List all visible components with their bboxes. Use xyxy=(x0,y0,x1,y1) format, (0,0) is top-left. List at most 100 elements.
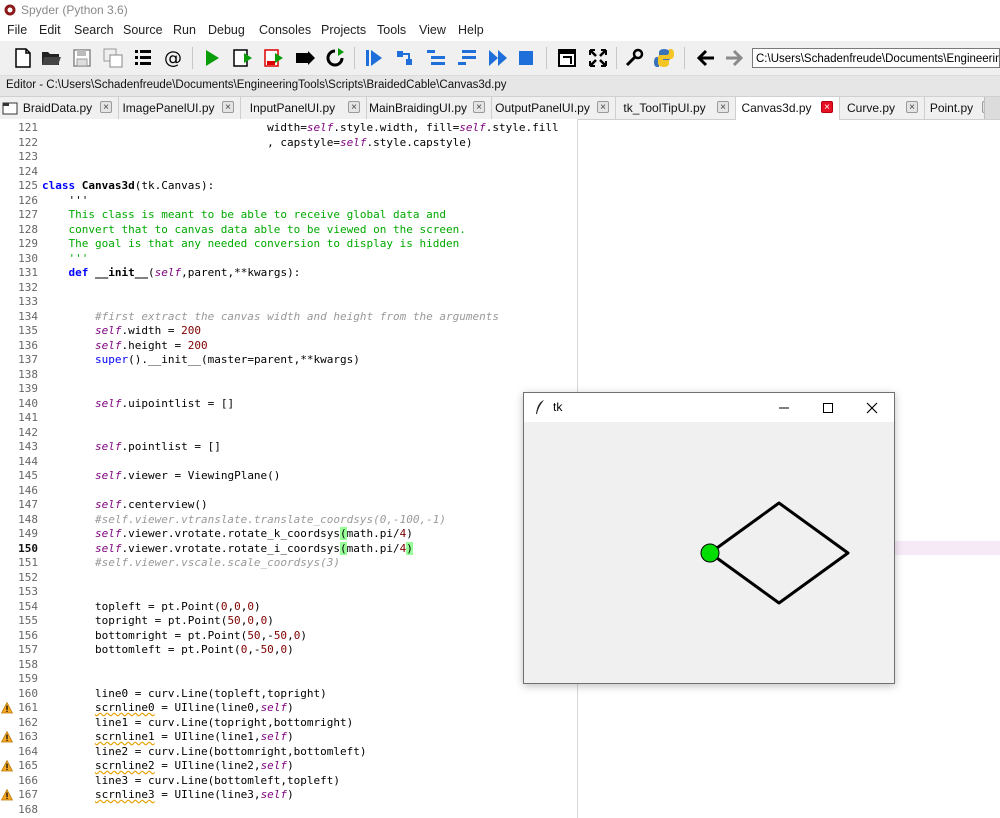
maximize-icon[interactable] xyxy=(806,393,850,422)
menu-consoles[interactable]: Consoles xyxy=(259,23,311,37)
line-number: 126 xyxy=(18,193,38,207)
warning-icon[interactable] xyxy=(1,760,13,772)
code-line[interactable]: self.height = 200 xyxy=(42,339,208,352)
tab-canvas3d[interactable]: Canvas3d.py × xyxy=(736,97,840,120)
tab-outputpanelui[interactable]: OutputPanelUI.py × xyxy=(492,97,616,119)
debug-icon[interactable] xyxy=(362,46,386,70)
menu-source[interactable]: Source xyxy=(123,23,163,37)
rerun-icon[interactable] xyxy=(323,46,347,70)
code-line[interactable]: convert that to canvas data able to be v… xyxy=(42,223,465,236)
code-line[interactable]: scrnline0 = UIline(line0,self) xyxy=(42,701,294,714)
step-into-icon[interactable] xyxy=(424,46,448,70)
tk-window[interactable]: tk xyxy=(523,392,895,684)
open-folder-icon[interactable] xyxy=(39,46,63,70)
close-icon[interactable]: × xyxy=(348,101,360,113)
close-icon[interactable]: × xyxy=(821,101,833,113)
code-line[interactable]: line2 = curv.Line(bottomright,bottomleft… xyxy=(42,745,367,758)
menu-help[interactable]: Help xyxy=(458,23,484,37)
tab-inputpanelui[interactable]: InputPanelUI.py × xyxy=(241,97,367,119)
continue-icon[interactable] xyxy=(486,46,510,70)
run-cell-icon[interactable] xyxy=(231,46,255,70)
fullscreen-icon[interactable] xyxy=(586,46,610,70)
menu-debug[interactable]: Debug xyxy=(208,23,245,37)
tab-mainbraidingui[interactable]: MainBraidingUI.py × xyxy=(367,97,492,119)
warning-icon[interactable] xyxy=(1,702,13,714)
menu-file[interactable]: File xyxy=(7,23,27,37)
run-cell-advance-icon[interactable] xyxy=(262,46,286,70)
forward-arrow-icon[interactable] xyxy=(722,46,746,70)
stop-icon[interactable] xyxy=(514,46,538,70)
menu-projects[interactable]: Projects xyxy=(321,23,366,37)
code-line[interactable]: scrnline2 = UIline(line2,self) xyxy=(42,759,294,772)
code-line[interactable]: The goal is that any needed conversion t… xyxy=(42,237,459,250)
menu-tools[interactable]: Tools xyxy=(377,23,406,37)
code-line[interactable]: class Canvas3d(tk.Canvas): xyxy=(42,179,214,192)
line-number: 144 xyxy=(18,454,38,468)
code-line[interactable]: line1 = curv.Line(topright,bottomright) xyxy=(42,716,353,729)
code-line[interactable]: self.centerview() xyxy=(42,498,208,511)
tk-canvas[interactable] xyxy=(524,422,894,684)
code-line[interactable]: topleft = pt.Point(0,0,0) xyxy=(42,600,261,613)
tab-tk-tooltipui[interactable]: tk_ToolTipUI.py × xyxy=(616,97,736,119)
code-line[interactable]: self.width = 200 xyxy=(42,324,201,337)
code-editor[interactable]: width=self.style.width, fill=self.style.… xyxy=(42,119,577,818)
tab-curve[interactable]: Curve.py × xyxy=(840,97,925,119)
run-icon[interactable] xyxy=(200,46,224,70)
code-line[interactable]: self.viewer.vrotate.rotate_i_coordsys(ma… xyxy=(42,541,413,555)
close-icon[interactable]: × xyxy=(906,101,918,113)
warning-icon[interactable] xyxy=(1,789,13,801)
step-return-icon[interactable] xyxy=(455,46,479,70)
back-arrow-icon[interactable] xyxy=(694,46,718,70)
code-line[interactable]: line0 = curv.Line(topleft,topright) xyxy=(42,687,327,700)
step-icon[interactable] xyxy=(393,46,417,70)
code-line[interactable]: #self.viewer.vtranslate.translate_coords… xyxy=(42,513,446,526)
code-line[interactable]: width=self.style.width, fill=self.style.… xyxy=(42,121,558,134)
menu-run[interactable]: Run xyxy=(173,23,196,37)
maximize-pane-icon[interactable] xyxy=(555,46,579,70)
preferences-icon[interactable] xyxy=(622,46,646,70)
code-line[interactable]: def __init__(self,parent,**kwargs): xyxy=(42,266,301,279)
close-icon[interactable]: × xyxy=(597,101,609,113)
code-line[interactable]: scrnline1 = UIline(line1,self) xyxy=(42,730,294,743)
run-selection-icon[interactable] xyxy=(293,46,317,70)
code-line[interactable]: ''' xyxy=(42,194,88,207)
code-line[interactable]: ''' xyxy=(42,252,88,265)
warning-icon[interactable] xyxy=(1,731,13,743)
working-directory-field[interactable]: C:\Users\Schadenfreude\Documents\Enginee… xyxy=(752,48,1000,68)
code-line[interactable]: #first extract the canvas width and heig… xyxy=(42,310,499,323)
save-all-icon[interactable] xyxy=(101,46,125,70)
close-icon[interactable]: × xyxy=(100,101,112,113)
close-icon[interactable] xyxy=(850,393,894,422)
new-file-icon[interactable] xyxy=(11,46,35,70)
code-line[interactable]: line3 = curv.Line(bottomleft,topleft) xyxy=(42,774,340,787)
code-line[interactable]: This class is meant to be able to receiv… xyxy=(42,208,446,221)
python-icon[interactable] xyxy=(652,46,676,70)
code-line[interactable]: bottomright = pt.Point(50,-50,0) xyxy=(42,629,307,642)
code-line[interactable]: bottomleft = pt.Point(0,-50,0) xyxy=(42,643,294,656)
menu-search[interactable]: Search xyxy=(74,23,114,37)
code-line[interactable]: #self.viewer.vscale.scale_coordsys(3) xyxy=(42,556,340,569)
at-icon[interactable]: @ xyxy=(161,46,185,70)
code-line[interactable]: self.pointlist = [] xyxy=(42,440,221,453)
close-icon[interactable]: × xyxy=(222,101,234,113)
menu-view[interactable]: View xyxy=(419,23,446,37)
code-line[interactable]: scrnline3 = UIline(line3,self) xyxy=(42,788,294,801)
code-line[interactable]: self.viewer.vrotate.rotate_k_coordsys(ma… xyxy=(42,527,413,540)
tab-braiddata[interactable]: BraidData.py × xyxy=(19,97,119,119)
browse-tabs-icon[interactable] xyxy=(2,100,18,116)
tk-title-bar[interactable]: tk xyxy=(524,393,894,422)
code-line[interactable]: self.viewer = ViewingPlane() xyxy=(42,469,280,482)
close-icon[interactable]: × xyxy=(717,101,729,113)
file-list-icon[interactable] xyxy=(131,46,155,70)
code-line[interactable]: topright = pt.Point(50,0,0) xyxy=(42,614,274,627)
code-line[interactable]: , capstyle=self.style.capstyle) xyxy=(42,136,472,149)
code-line[interactable]: super().__init__(master=parent,**kwargs) xyxy=(42,353,360,366)
tab-imagepanelui[interactable]: ImagePanelUI.py × xyxy=(119,97,241,119)
close-icon[interactable]: × xyxy=(473,101,485,113)
menu-edit[interactable]: Edit xyxy=(39,23,61,37)
save-icon[interactable] xyxy=(70,46,94,70)
tab-scroll-button[interactable] xyxy=(984,97,1000,119)
minimize-icon[interactable] xyxy=(762,393,806,422)
line-number: 149 xyxy=(18,527,38,540)
code-line[interactable]: self.uipointlist = [] xyxy=(42,397,234,410)
